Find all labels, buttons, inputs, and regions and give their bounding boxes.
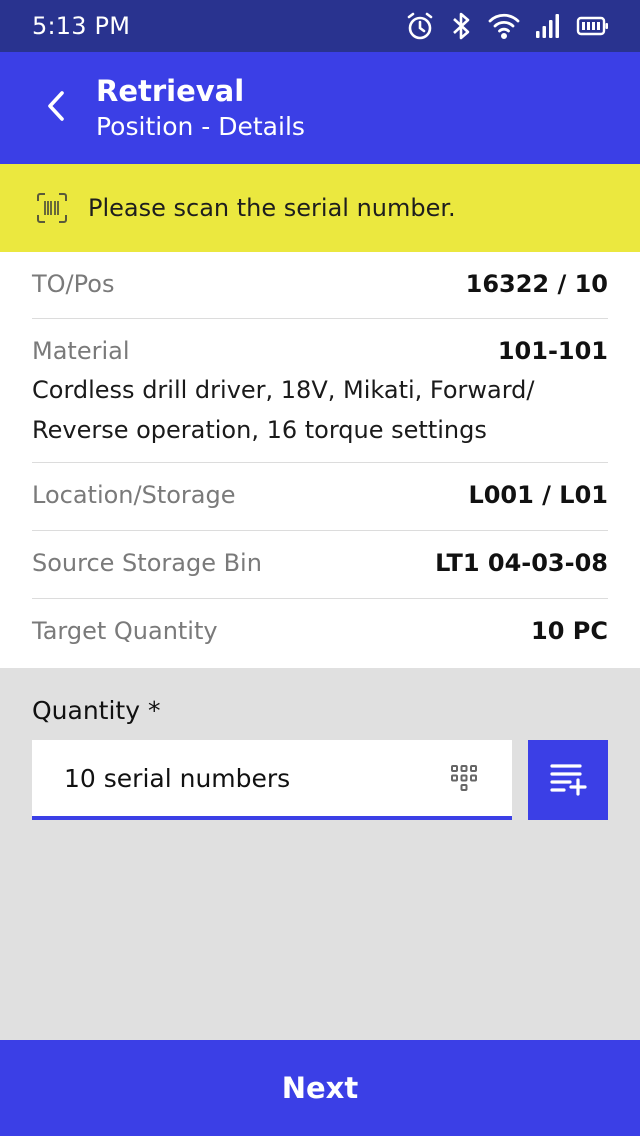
material-description: Cordless drill driver, 18V, Mikati, Forw… xyxy=(32,376,535,444)
status-time: 5:13 PM xyxy=(32,12,131,40)
chevron-left-icon xyxy=(45,89,67,127)
detail-row-target-qty: Target Quantity 10 PC xyxy=(32,599,608,668)
material-label: Material xyxy=(32,337,130,365)
position-details: TO/Pos 16322 / 10 Material 101-101 Cordl… xyxy=(0,252,640,668)
quantity-label: Quantity * xyxy=(32,696,161,725)
status-bar: 5:13 PM xyxy=(0,0,640,52)
target-qty-label: Target Quantity xyxy=(32,617,218,645)
next-button[interactable]: Next xyxy=(0,1040,640,1136)
to-pos-label: TO/Pos xyxy=(32,270,115,298)
wifi-icon xyxy=(488,12,520,40)
location-value: L001 / L01 xyxy=(468,481,608,509)
signal-icon xyxy=(534,12,562,40)
detail-row-material: Material 101-101 Cordless drill driver, … xyxy=(32,319,608,463)
add-serial-list-button[interactable] xyxy=(528,740,608,820)
quantity-section: Quantity * 10 serial numbers xyxy=(0,668,640,1040)
bluetooth-icon xyxy=(450,11,474,41)
material-value: 101-101 xyxy=(497,337,608,365)
playlist-add-icon xyxy=(548,758,588,802)
location-label: Location/Storage xyxy=(32,481,236,509)
source-bin-label: Source Storage Bin xyxy=(32,549,262,577)
quantity-value[interactable]: 10 serial numbers xyxy=(64,764,444,793)
scan-notice: Please scan the serial number. xyxy=(0,164,640,252)
detail-row-location: Location/Storage L001 / L01 xyxy=(32,463,608,531)
status-icons xyxy=(404,10,610,42)
barcode-scan-icon xyxy=(36,192,68,224)
to-pos-value: 16322 / 10 xyxy=(465,270,608,298)
detail-row-source-bin: Source Storage Bin LT1 04-03-08 xyxy=(32,531,608,599)
battery-icon xyxy=(576,15,610,37)
detail-row-to-pos: TO/Pos 16322 / 10 xyxy=(32,252,608,319)
source-bin-value: LT1 04-03-08 xyxy=(435,549,608,577)
back-button[interactable] xyxy=(34,84,78,132)
alarm-icon xyxy=(404,10,436,42)
app-bar: Retrieval Position - Details xyxy=(0,52,640,164)
quantity-input[interactable]: 10 serial numbers xyxy=(32,740,512,820)
target-qty-value: 10 PC xyxy=(531,617,608,645)
page-title: Retrieval xyxy=(96,74,245,108)
notice-text: Please scan the serial number. xyxy=(88,194,456,222)
page-subtitle: Position - Details xyxy=(96,112,305,141)
keypad-icon[interactable] xyxy=(444,758,484,798)
